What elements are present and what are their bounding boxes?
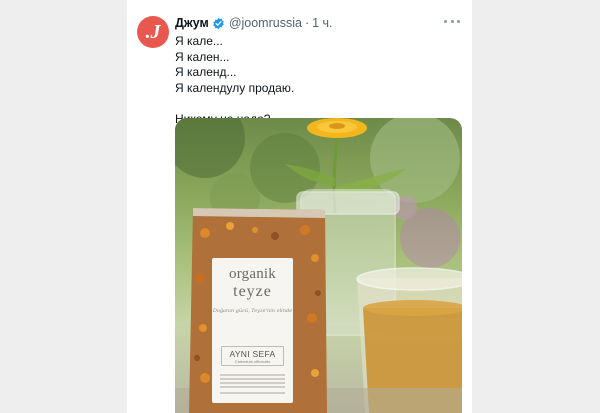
label-brand-line2: teyze <box>233 283 272 300</box>
label-brand-line1: organik <box>229 266 276 282</box>
more-options-icon[interactable] <box>444 14 460 28</box>
verified-badge-icon <box>213 17 224 29</box>
header-separator: · <box>304 16 310 30</box>
tweet-header: Джум @joomrussia · 1 ч. <box>175 14 333 32</box>
tweet-timestamp[interactable]: 1 ч. <box>312 16 332 30</box>
tweet-text: Я кале... Я кален... Я календ... Я кален… <box>175 34 460 127</box>
avatar-logo: .J <box>145 21 161 43</box>
label-fine-print <box>220 392 285 394</box>
tweet-line: Я кале... <box>175 34 223 48</box>
avatar[interactable]: .J <box>137 16 169 48</box>
label-product-name: AYNI SEFA <box>229 349 276 359</box>
tweet-line: Я календ... <box>175 65 237 79</box>
product-label: organik teyze Doğanın gücü, Teyze'nin el… <box>212 258 293 403</box>
tweet-line: Я календулу продаю. <box>175 80 295 95</box>
tweet-photo[interactable]: organik teyze Doğanın gücü, Teyze'nin el… <box>175 118 462 413</box>
label-product-sub: Calendula officinalis <box>234 359 271 364</box>
label-fine-print <box>220 382 285 384</box>
tweet-line <box>175 96 460 112</box>
label-product-box: AYNI SEFA Calendula officinalis <box>221 346 284 366</box>
label-slogan: Doğanın gücü, Teyze'nin elinde <box>212 308 293 314</box>
tweet-line: Я кален... <box>175 49 230 64</box>
author-handle[interactable]: @joomrussia <box>229 16 302 30</box>
label-fine-print <box>220 386 285 388</box>
label-fine-print <box>220 374 285 376</box>
label-fine-print <box>220 378 285 380</box>
tweet-card[interactable]: .J Джум @joomrussia · 1 ч. Я кале... Я к… <box>127 0 472 413</box>
author-name[interactable]: Джум <box>175 16 209 30</box>
